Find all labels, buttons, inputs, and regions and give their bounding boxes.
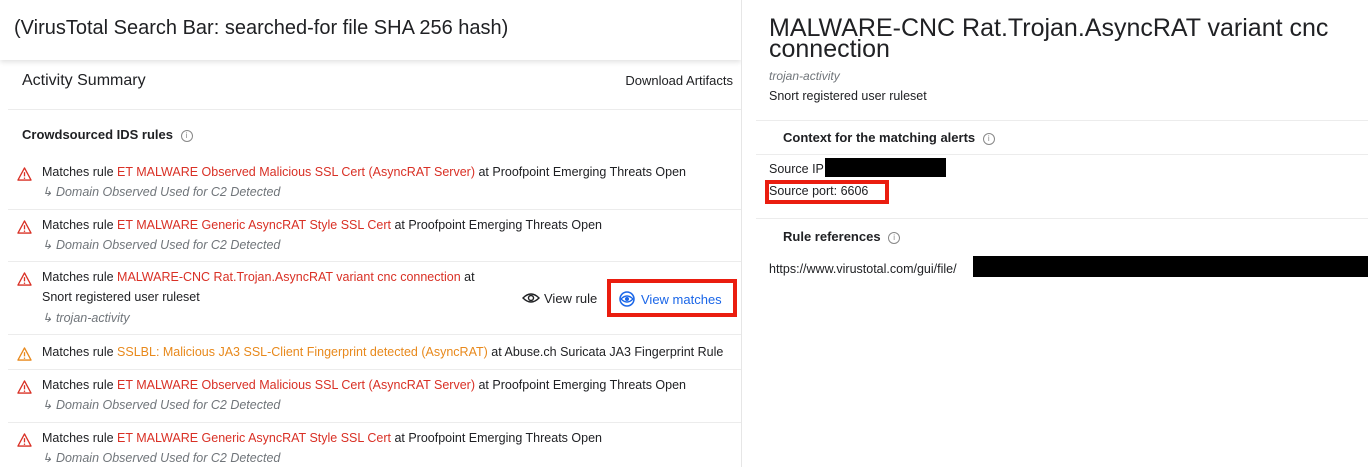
divider bbox=[756, 120, 1368, 121]
eye-icon bbox=[522, 293, 540, 303]
target-icon bbox=[619, 291, 635, 307]
rule-prefix: Matches rule bbox=[42, 218, 118, 232]
info-icon[interactable]: i bbox=[180, 129, 193, 142]
redacted-reference-hash bbox=[973, 256, 1368, 277]
rule-source: at Proofpoint Emerging Threats Open bbox=[475, 165, 686, 179]
subdirectory-arrow-icon: ↳ bbox=[42, 185, 56, 199]
divider bbox=[8, 334, 741, 335]
view-matches-label: View matches bbox=[641, 292, 722, 307]
divider bbox=[8, 369, 741, 370]
rule-prefix: Matches rule bbox=[42, 345, 118, 359]
subdirectory-arrow-icon: ↳ bbox=[42, 451, 56, 465]
search-bar[interactable]: (VirusTotal Search Bar: searched-for fil… bbox=[0, 0, 741, 60]
rule-source: at Proofpoint Emerging Threats Open bbox=[390, 431, 602, 445]
rule-prefix: Matches rule bbox=[42, 431, 118, 445]
rule-text: Matches rule ET MALWARE Generic AsyncRAT… bbox=[42, 218, 602, 232]
ids-section-title-text: Crowdsourced IDS rules bbox=[22, 127, 173, 142]
rule-subtext: ↳ trojan-activity bbox=[42, 310, 130, 325]
view-rule-button[interactable]: View rule bbox=[522, 291, 597, 306]
warning-triangle-icon bbox=[17, 347, 32, 361]
context-section-title-text: Context for the matching alerts bbox=[783, 130, 976, 145]
warning-triangle-icon bbox=[17, 380, 32, 394]
divider bbox=[8, 109, 741, 110]
rule-source: at Abuse.ch Suricata JA3 Fingerprint Rul… bbox=[487, 345, 724, 359]
references-section-title: Rule references i bbox=[783, 229, 901, 244]
divider bbox=[756, 218, 1368, 219]
view-rule-label: View rule bbox=[544, 291, 598, 306]
rule-subtext: ↳ Domain Observed Used for C2 Detected bbox=[42, 397, 280, 412]
subdirectory-arrow-icon: ↳ bbox=[42, 238, 56, 252]
rule-sub-label: Domain Observed Used for C2 Detected bbox=[55, 398, 281, 412]
rule-sub-label: Domain Observed Used for C2 Detected bbox=[55, 451, 281, 465]
search-bar-text: (VirusTotal Search Bar: searched-for fil… bbox=[14, 17, 509, 39]
context-section-title: Context for the matching alerts i bbox=[783, 130, 995, 145]
activity-panel: (VirusTotal Search Bar: searched-for fil… bbox=[0, 0, 742, 467]
rule-link[interactable]: ET MALWARE Observed Malicious SSL Cert (… bbox=[117, 165, 475, 179]
rule-detail-panel: MALWARE-CNC Rat.Trojan.AsyncRAT variant … bbox=[742, 0, 1368, 467]
rule-link[interactable]: ET MALWARE Generic AsyncRAT Style SSL Ce… bbox=[117, 431, 391, 445]
rule-subtext: ↳ Domain Observed Used for C2 Detected bbox=[42, 237, 280, 252]
rule-link[interactable]: ET MALWARE Observed Malicious SSL Cert (… bbox=[117, 378, 475, 392]
rule-source: at bbox=[460, 270, 475, 284]
rule-source: at Proofpoint Emerging Threats Open bbox=[475, 378, 686, 392]
info-icon[interactable]: i bbox=[888, 231, 901, 244]
warning-triangle-icon bbox=[17, 220, 32, 234]
rule-category: trojan-activity bbox=[769, 69, 840, 83]
rule-sub-label: Domain Observed Used for C2 Detected bbox=[55, 185, 281, 199]
divider bbox=[756, 154, 1368, 155]
subdirectory-arrow-icon: ↳ bbox=[42, 311, 56, 325]
download-artifacts-button[interactable]: Download Artifacts bbox=[625, 73, 733, 88]
rule-text: Matches rule MALWARE-CNC Rat.Trojan.Asyn… bbox=[42, 270, 475, 284]
ids-section-title: Crowdsourced IDS rules i bbox=[22, 127, 193, 142]
divider bbox=[8, 261, 741, 262]
rule-sub-label: trojan-activity bbox=[55, 311, 130, 325]
divider bbox=[8, 209, 741, 210]
rule-source-line: Snort registered user ruleset bbox=[42, 290, 200, 304]
redacted-source-ip bbox=[825, 158, 946, 177]
source-ip-label: Source IP: bbox=[769, 162, 828, 176]
info-icon[interactable]: i bbox=[982, 132, 995, 145]
rule-link[interactable]: MALWARE-CNC Rat.Trojan.AsyncRAT variant … bbox=[117, 270, 461, 284]
rule-detail-title: MALWARE-CNC Rat.Trojan.AsyncRAT variant … bbox=[769, 14, 1329, 63]
divider bbox=[8, 422, 741, 423]
source-port-highlight-box bbox=[765, 180, 889, 204]
rule-text: Matches rule ET MALWARE Generic AsyncRAT… bbox=[42, 431, 602, 445]
rule-link[interactable]: ET MALWARE Generic AsyncRAT Style SSL Ce… bbox=[117, 218, 391, 232]
rule-text: Matches rule ET MALWARE Observed Malicio… bbox=[42, 378, 686, 392]
rule-ruleset: Snort registered user ruleset bbox=[769, 89, 927, 103]
rule-sub-label: Domain Observed Used for C2 Detected bbox=[55, 238, 281, 252]
activity-summary-title: Activity Summary bbox=[22, 72, 146, 89]
subdirectory-arrow-icon: ↳ bbox=[42, 398, 56, 412]
rule-subtext: ↳ Domain Observed Used for C2 Detected bbox=[42, 184, 280, 199]
rule-text: Matches rule ET MALWARE Observed Malicio… bbox=[42, 165, 686, 179]
references-section-title-text: Rule references bbox=[783, 229, 881, 244]
rule-prefix: Matches rule bbox=[42, 165, 118, 179]
warning-triangle-icon bbox=[17, 433, 32, 447]
rule-link[interactable]: SSLBL: Malicious JA3 SSL-Client Fingerpr… bbox=[117, 345, 488, 359]
rule-subtext: ↳ Domain Observed Used for C2 Detected bbox=[42, 450, 280, 465]
warning-triangle-icon bbox=[17, 167, 32, 181]
rule-text: Matches rule SSLBL: Malicious JA3 SSL-Cl… bbox=[42, 345, 723, 359]
warning-triangle-icon bbox=[17, 272, 32, 286]
rule-prefix: Matches rule bbox=[42, 378, 118, 392]
activity-summary-header: Activity Summary Download Artifacts bbox=[0, 60, 741, 100]
rule-prefix: Matches rule bbox=[42, 270, 118, 284]
rule-source: at Proofpoint Emerging Threats Open bbox=[390, 218, 602, 232]
view-matches-button[interactable]: View matches bbox=[618, 290, 722, 308]
reference-link[interactable]: https://www.virustotal.com/gui/file/ bbox=[769, 262, 957, 276]
